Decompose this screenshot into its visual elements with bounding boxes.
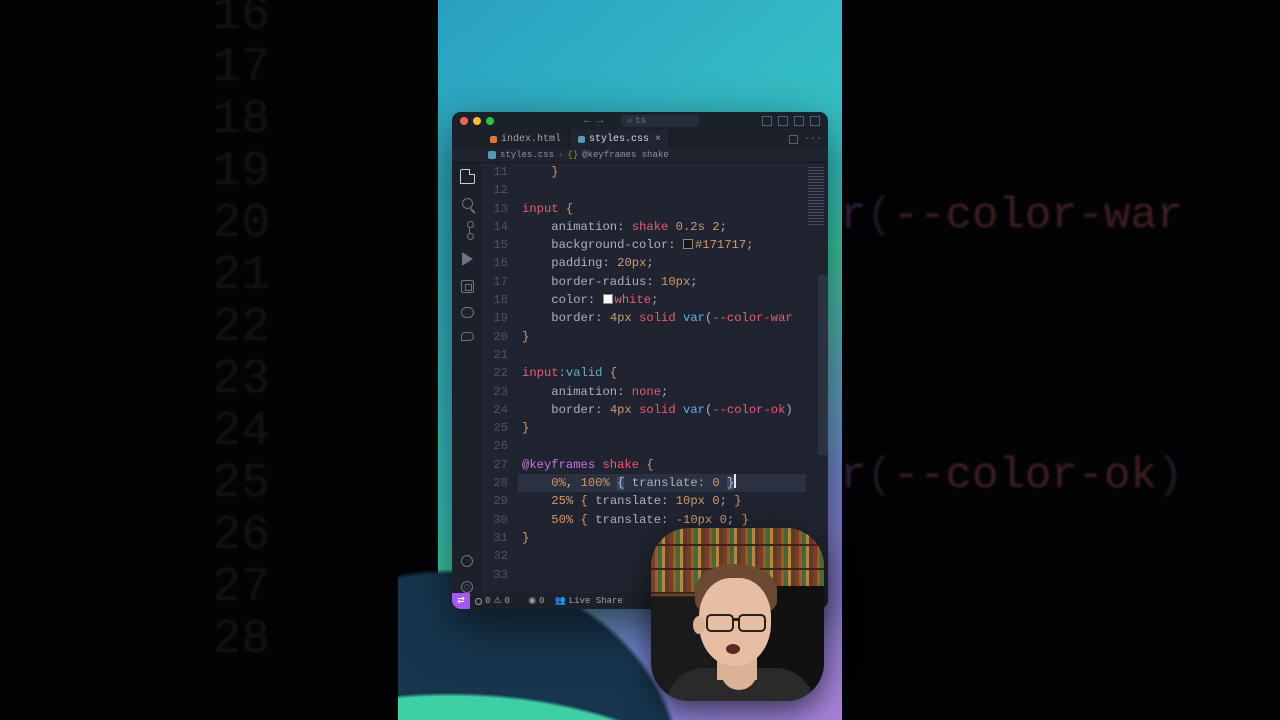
window-titlebar: ← → ⌕ ts	[452, 112, 828, 130]
split-editor-icon[interactable]	[789, 135, 798, 144]
panel-bottom-icon[interactable]	[778, 116, 788, 126]
activity-bar	[452, 163, 482, 593]
css-icon	[488, 151, 496, 159]
crumb-symbol[interactable]: @keyframes shake	[582, 150, 668, 160]
more-icon[interactable]: ···	[804, 134, 822, 145]
code-line[interactable]: input:valid {	[518, 364, 828, 382]
live-share-status[interactable]: 👥 Live Share	[550, 596, 628, 606]
error-icon	[475, 598, 482, 605]
run-debug-icon[interactable]	[462, 252, 473, 266]
maximize-icon[interactable]	[486, 117, 494, 125]
nav-arrows[interactable]: ← →	[584, 115, 603, 127]
explorer-icon[interactable]	[460, 169, 475, 184]
code-line[interactable]: color: white;	[518, 291, 828, 309]
source-control-icon[interactable]	[469, 223, 471, 238]
code-line[interactable]	[518, 346, 828, 364]
code-line[interactable]: border-radius: 10px;	[518, 273, 828, 291]
code-line[interactable]: border: 4px solid var(--color-war	[518, 309, 828, 327]
code-line[interactable]: input {	[518, 200, 828, 218]
code-line[interactable]: @keyframes shake {	[518, 456, 828, 474]
ports-status[interactable]: ◉ 0	[523, 596, 549, 606]
tab-label: styles.css	[589, 134, 649, 145]
minimize-icon[interactable]	[473, 117, 481, 125]
command-center[interactable]: ⌕ ts	[621, 115, 699, 127]
code-line[interactable]: }	[518, 163, 828, 181]
code-line[interactable]: }	[518, 419, 828, 437]
code-line[interactable]: animation: none;	[518, 383, 828, 401]
presenter-webcam	[651, 528, 824, 701]
back-icon[interactable]: ←	[584, 115, 591, 127]
code-line[interactable]: }	[518, 328, 828, 346]
search-icon[interactable]	[462, 198, 473, 209]
layout-icon[interactable]	[810, 116, 820, 126]
radio-icon: ◉	[528, 596, 536, 606]
html-icon	[490, 136, 497, 143]
code-line[interactable]: background-color: #171717;	[518, 236, 828, 254]
panel-left-icon[interactable]	[762, 116, 772, 126]
code-line[interactable]: border: 4px solid var(--color-ok)	[518, 401, 828, 419]
forward-icon[interactable]: →	[597, 115, 604, 127]
breadcrumb[interactable]: styles.css › {} @keyframes shake	[452, 148, 828, 163]
scrollbar-thumb[interactable]	[818, 275, 828, 455]
remote-indicator[interactable]: ⇄	[452, 593, 470, 609]
tab-styles-css[interactable]: styles.css ×	[570, 130, 670, 148]
code-line[interactable]: 25% { translate: 10px 0; }	[518, 492, 828, 510]
tab-index-html[interactable]: index.html	[482, 130, 570, 148]
panel-right-icon[interactable]	[794, 116, 804, 126]
close-tab-icon[interactable]: ×	[655, 134, 661, 145]
line-gutter: 1112131415161718192021222324252627282930…	[482, 163, 518, 593]
search-placeholder: ts	[635, 116, 646, 126]
settings-gear-icon[interactable]	[461, 581, 473, 593]
close-icon[interactable]	[460, 117, 468, 125]
remote-explorer-icon[interactable]	[461, 332, 474, 341]
bg-code-right: r(--color-war r(--color-ok)	[840, 190, 1183, 502]
crumb-file[interactable]: styles.css	[500, 150, 554, 160]
layout-controls[interactable]	[762, 116, 820, 126]
code-line[interactable]: padding: 20px;	[518, 254, 828, 272]
problems-status[interactable]: 0 ⚠ 0 0	[470, 596, 523, 606]
live-share-icon: 👥	[555, 596, 566, 606]
extensions-icon[interactable]	[461, 280, 474, 293]
editor-tabs: index.html styles.css × ···	[452, 130, 828, 148]
css-icon	[578, 136, 585, 143]
code-line[interactable]	[518, 181, 828, 199]
traffic-lights[interactable]	[460, 117, 494, 125]
at-icon: {}	[567, 150, 578, 160]
code-line[interactable]: 50% { translate: -10px 0; }	[518, 511, 828, 529]
warning-icon: ⚠	[493, 596, 501, 606]
code-line[interactable]: animation: shake 0.2s 2;	[518, 218, 828, 236]
accounts-icon[interactable]	[461, 555, 473, 567]
copilot-icon[interactable]	[461, 307, 474, 318]
tab-label: index.html	[501, 134, 561, 145]
code-line[interactable]	[518, 437, 828, 455]
code-line[interactable]: 0%, 100% { translate: 0 }	[518, 474, 828, 492]
